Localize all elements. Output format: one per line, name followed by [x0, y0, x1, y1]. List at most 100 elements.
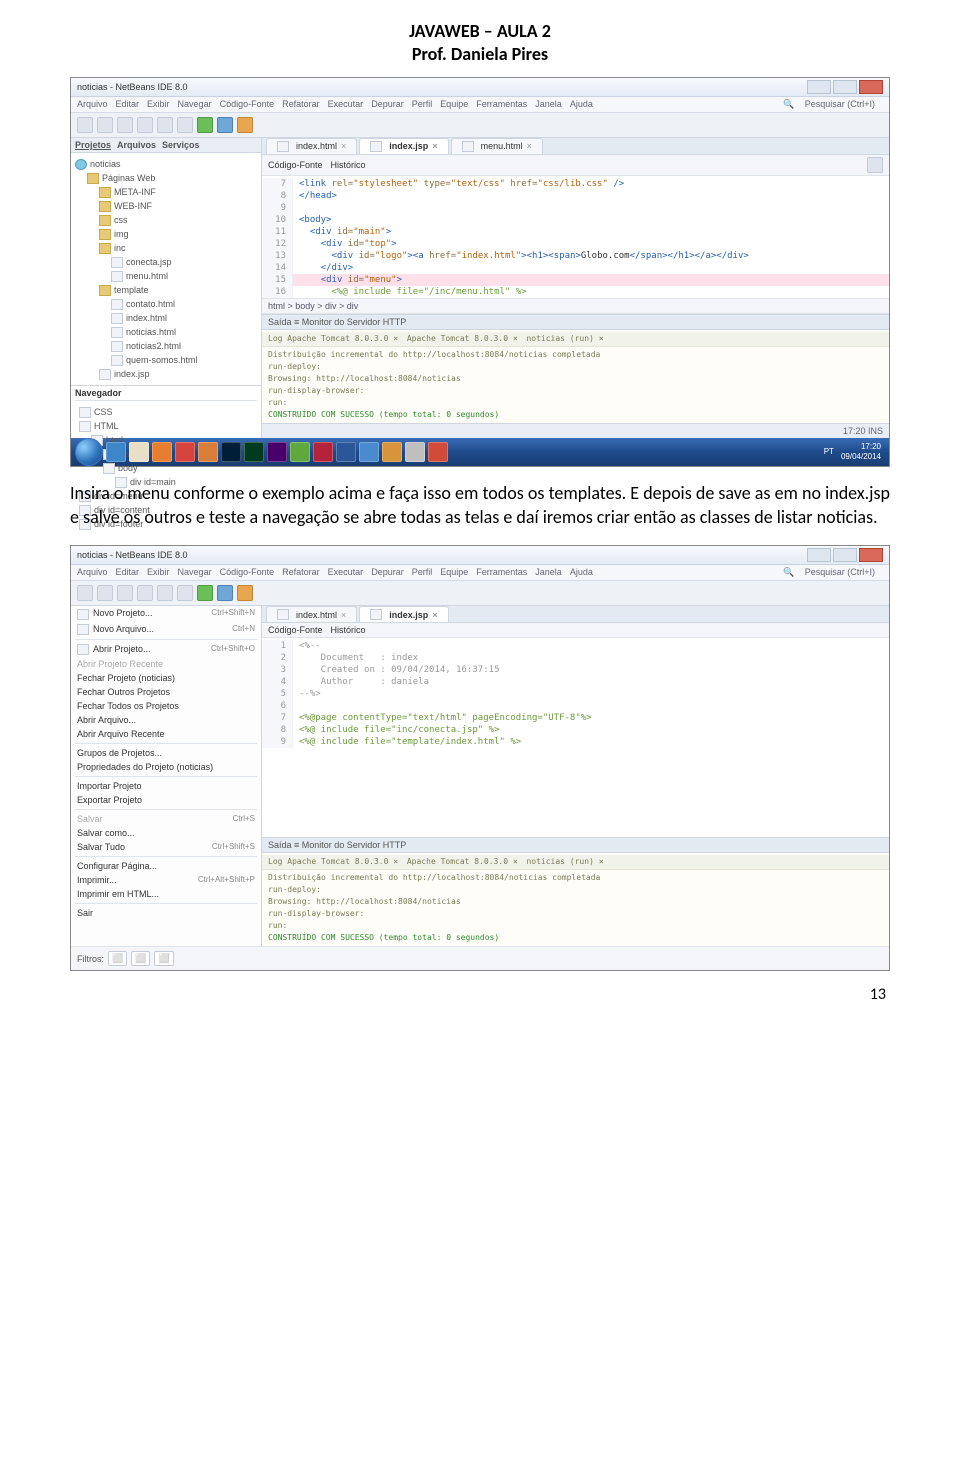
menu-bar[interactable]: ArquivoEditarExibirNavegarCódigo-FonteRe… [77, 567, 601, 578]
code-line[interactable]: </div> [293, 262, 353, 274]
undo-icon[interactable] [157, 117, 173, 133]
redo-icon[interactable] [177, 585, 193, 601]
menu-item[interactable]: Ajuda [570, 99, 593, 109]
menu-item[interactable]: Refatorar [282, 99, 320, 109]
tree-node-label[interactable]: menu.html [126, 271, 168, 281]
taskbar-app-icon[interactable] [198, 442, 218, 462]
minimize-button[interactable] [807, 80, 831, 94]
tree-node-label[interactable]: CSS [94, 407, 113, 417]
taskbar-app-icon[interactable] [290, 442, 310, 462]
minimize-button[interactable] [807, 548, 831, 562]
source-tab[interactable]: Código-Fonte [268, 625, 323, 635]
menu-item[interactable]: Abrir Arquivo Recente [71, 727, 261, 741]
project-tabs[interactable]: ProjetosArquivosServiços [71, 138, 261, 153]
output-tab[interactable]: noticias (run) × [526, 857, 603, 866]
menu-bar[interactable]: ArquivoEditarExibirNavegarCódigo-FonteRe… [77, 99, 601, 110]
code-line[interactable]: <body> [293, 214, 332, 226]
tree-node-label[interactable]: index.jsp [114, 369, 150, 379]
code-line[interactable]: --%> [293, 688, 321, 700]
run-icon[interactable] [197, 585, 213, 601]
close-tab-icon[interactable]: × [341, 610, 346, 620]
menu-item[interactable]: Novo Arquivo...Ctrl+N [71, 622, 261, 637]
tree-node-label[interactable]: index.html [126, 313, 167, 323]
taskbar-app-icon[interactable] [129, 442, 149, 462]
menu-item[interactable]: Imprimir...Ctrl+Alt+Shift+P [71, 873, 261, 887]
code-line[interactable]: Document : index [293, 652, 418, 664]
output-tab[interactable]: Apache Tomcat 8.0.3.0 × [407, 334, 523, 343]
menu-item[interactable]: Importar Projeto [71, 779, 261, 793]
save-all-icon[interactable] [137, 585, 153, 601]
menu-item[interactable]: Navegar [178, 99, 212, 109]
menu-item[interactable]: Salvar TudoCtrl+Shift+S [71, 840, 261, 854]
menu-item[interactable]: Perfil [412, 99, 433, 109]
tree-node-label[interactable]: conecta.jsp [126, 257, 172, 267]
menu-item[interactable]: Salvar como... [71, 826, 261, 840]
open-icon[interactable] [117, 585, 133, 601]
tree-node-label[interactable]: contato.html [126, 299, 175, 309]
menu-item[interactable]: Código-Fonte [220, 99, 275, 109]
undo-icon[interactable] [157, 585, 173, 601]
menu-item[interactable]: Imprimir em HTML... [71, 887, 261, 901]
menu-item[interactable]: Fechar Todos os Projetos [71, 699, 261, 713]
taskbar[interactable]: PT 17:20 09/04/2014 [71, 438, 889, 466]
menu-item[interactable]: Fechar Outros Projetos [71, 685, 261, 699]
tree-node-label[interactable]: Páginas Web [102, 173, 155, 183]
menu-item[interactable]: Refatorar [282, 567, 320, 577]
menu-item[interactable]: Ferramentas [476, 567, 527, 577]
source-tab[interactable]: Código-Fonte [268, 160, 323, 170]
menu-item[interactable]: Editar [116, 99, 140, 109]
code-line[interactable]: <%-- [293, 640, 321, 652]
code-line[interactable]: Author : daniela [293, 676, 429, 688]
menu-item[interactable]: Grupos de Projetos... [71, 746, 261, 760]
code-line[interactable]: <%@page contentType="text/html" pageEnco… [293, 712, 592, 724]
taskbar-app-icon[interactable] [175, 442, 195, 462]
main-toolbar[interactable] [71, 113, 889, 138]
new-file-icon[interactable] [77, 117, 93, 133]
code-editor[interactable]: 7<link rel="stylesheet" type="text/css" … [262, 176, 889, 298]
output-tab[interactable]: noticias (run) × [526, 334, 603, 343]
editor-tab[interactable]: index.html× [266, 606, 357, 622]
tree-node-label[interactable]: css [114, 215, 128, 225]
code-line[interactable]: <%@ include file="inc/conecta.jsp" %> [293, 724, 499, 736]
open-icon[interactable] [117, 117, 133, 133]
taskbar-app-icon[interactable] [267, 442, 287, 462]
taskbar-app-icon[interactable] [428, 442, 448, 462]
redo-icon[interactable] [177, 117, 193, 133]
menu-item[interactable]: Perfil [412, 567, 433, 577]
main-toolbar[interactable] [71, 581, 889, 606]
editor-tab[interactable]: index.jsp× [359, 138, 448, 154]
tree-node-label[interactable]: noticias [90, 159, 121, 169]
new-file-icon[interactable] [77, 585, 93, 601]
editor-subtoolbar[interactable]: Código-Fonte Histórico [262, 155, 889, 176]
taskbar-app-icon[interactable] [313, 442, 333, 462]
menu-item[interactable]: Novo Projeto...Ctrl+Shift+N [71, 606, 261, 621]
filter-bar[interactable]: Filtros: ⬜ ⬜ ⬜ [71, 946, 889, 970]
menu-item[interactable]: Janela [535, 99, 562, 109]
code-line[interactable]: </head> [293, 190, 337, 202]
maximize-button[interactable] [833, 80, 857, 94]
output-tab[interactable]: Apache Tomcat 8.0.3.0 × [407, 857, 523, 866]
history-tab[interactable]: Histórico [331, 625, 366, 635]
tree-node-label[interactable]: quem-somos.html [126, 355, 198, 365]
taskbar-app-icon[interactable] [152, 442, 172, 462]
run-icon[interactable] [197, 117, 213, 133]
close-button[interactable] [859, 548, 883, 562]
menu-item[interactable]: Navegar [178, 567, 212, 577]
taskbar-app-icon[interactable] [106, 442, 126, 462]
menu-item[interactable]: Código-Fonte [220, 567, 275, 577]
code-line[interactable]: <div id="menu"> [293, 274, 402, 286]
filter-option-1[interactable]: ⬜ [108, 951, 127, 966]
code-line[interactable]: <%@ include file="/inc/menu.html" %> [293, 286, 527, 298]
new-project-icon[interactable] [97, 117, 113, 133]
output-tab[interactable]: Log Apache Tomcat 8.0.3.0 × [268, 857, 403, 866]
language-indicator[interactable]: PT [824, 447, 834, 457]
menu-item[interactable]: Executar [328, 99, 364, 109]
menu-item[interactable]: Exibir [147, 567, 170, 577]
tree-node-label[interactable]: META-INF [114, 187, 156, 197]
editor-tab[interactable]: menu.html× [451, 138, 543, 154]
menu-item[interactable]: Executar [328, 567, 364, 577]
output-tab[interactable]: Log Apache Tomcat 8.0.3.0 × [268, 334, 403, 343]
save-all-icon[interactable] [137, 117, 153, 133]
editor-tab[interactable]: index.jsp× [359, 606, 448, 622]
tree-node-label[interactable]: noticias.html [126, 327, 176, 337]
